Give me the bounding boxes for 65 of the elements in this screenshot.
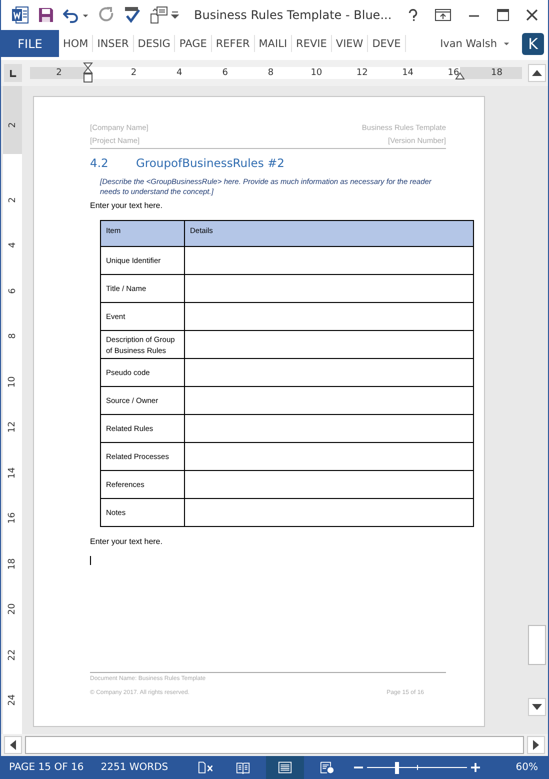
tab-selector[interactable] xyxy=(4,64,22,82)
ruler-number: 16 xyxy=(448,68,460,78)
ruler-number: 18 xyxy=(8,558,18,570)
ruler-number: 14 xyxy=(402,68,414,78)
proofing-icon[interactable] xyxy=(198,761,214,774)
zoom-in-icon[interactable] xyxy=(471,763,480,772)
spelling-check-icon[interactable] xyxy=(123,6,141,24)
user-avatar[interactable]: K xyxy=(522,32,544,54)
save-icon[interactable] xyxy=(38,7,54,23)
body-text: Enter your text here. xyxy=(90,537,164,546)
help-icon[interactable] xyxy=(408,8,418,22)
ruler-number: 6 xyxy=(222,68,228,78)
ruler-number: 20 xyxy=(8,603,18,615)
ribbon-display-icon[interactable] xyxy=(435,9,451,21)
ruler-number: 14 xyxy=(8,466,18,478)
ruler-number: 24 xyxy=(8,694,18,706)
window-title: Business Rules Template - Blue... xyxy=(194,8,392,22)
ruler-number: 2 xyxy=(130,68,137,78)
ruler-number: 2 xyxy=(8,196,18,202)
scroll-up-icon[interactable] xyxy=(532,70,542,76)
left-tab-icon xyxy=(10,70,16,76)
web-page-icon xyxy=(320,761,334,774)
ruler-number: 18 xyxy=(491,68,502,78)
ruler-number: 2 xyxy=(56,68,62,78)
zoom-slider[interactable] xyxy=(367,760,468,774)
caret-icon[interactable] xyxy=(82,12,89,18)
close-icon[interactable] xyxy=(526,9,538,21)
scroll-left-icon[interactable] xyxy=(10,740,16,750)
ruler-number: 6 xyxy=(8,288,18,294)
document-icon[interactable] xyxy=(150,6,168,24)
ruler-number: 10 xyxy=(8,376,18,388)
maximize-icon[interactable] xyxy=(497,9,509,21)
heading-title: GroupofBusinessRules #2 xyxy=(136,156,284,170)
word-icon[interactable] xyxy=(11,6,29,24)
customize-icon[interactable] xyxy=(171,11,179,19)
undo-icon[interactable] xyxy=(63,7,79,23)
word-count[interactable]: 2251 WORDS xyxy=(100,762,168,773)
page-count[interactable]: PAGE 15 OF 16 xyxy=(9,762,84,773)
horizontal-scrollbar-thumb[interactable] xyxy=(25,736,524,754)
scroll-right-icon[interactable] xyxy=(533,740,539,750)
ruler-number: 4 xyxy=(176,68,182,78)
print-layout-button[interactable] xyxy=(266,756,304,779)
zoom-slider-thumb[interactable] xyxy=(395,762,400,774)
ruler-number: 12 xyxy=(8,421,18,433)
body-text: Enter your text here. xyxy=(90,201,164,210)
ruler-number: 16 xyxy=(8,512,18,524)
text-cursor xyxy=(90,556,91,566)
ruler-number: 12 xyxy=(356,68,368,78)
redo-icon[interactable] xyxy=(98,7,114,23)
scrollbar-thumb[interactable] xyxy=(528,625,546,665)
ruler-number: 8 xyxy=(8,333,18,339)
file-tab[interactable]: FILE xyxy=(1,30,59,57)
user-name[interactable]: Ivan Walsh xyxy=(440,38,497,50)
caret-icon[interactable] xyxy=(503,40,510,47)
ruler-number: 2 xyxy=(8,122,18,128)
ruler-number: 22 xyxy=(8,648,18,660)
heading-number: 4.2 xyxy=(90,156,110,170)
ruler-number: 4 xyxy=(8,242,18,248)
zoom-level[interactable]: 60% xyxy=(516,762,548,773)
ruler-number: 8 xyxy=(268,68,274,78)
book-icon xyxy=(236,761,250,774)
ruler-number: 10 xyxy=(310,68,322,78)
indent-marker-icon[interactable] xyxy=(83,62,93,84)
scroll-down-icon[interactable] xyxy=(532,704,542,710)
page-lines-icon xyxy=(278,761,292,774)
